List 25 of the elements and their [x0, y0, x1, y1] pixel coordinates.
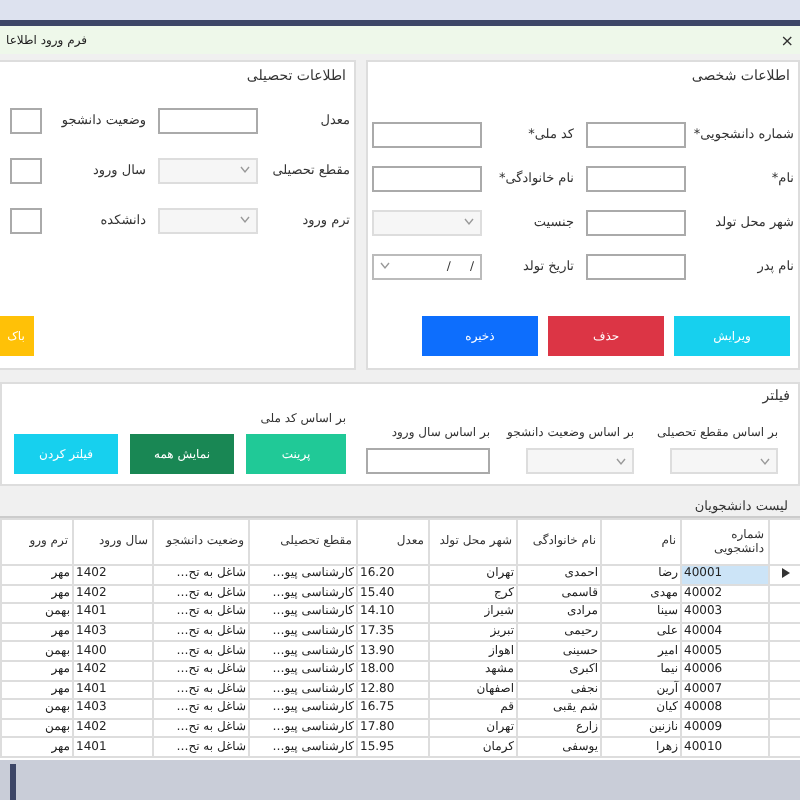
caret-icon — [464, 218, 474, 226]
text-field[interactable] — [158, 107, 258, 133]
taskbar-marker — [10, 764, 16, 800]
text-field[interactable] — [372, 121, 482, 147]
close-button[interactable]: × — [780, 31, 794, 49]
caret-icon — [240, 216, 250, 224]
text-field[interactable] — [372, 165, 482, 191]
text-field[interactable] — [586, 121, 686, 147]
dropdown-field[interactable] — [372, 209, 482, 235]
text-field[interactable] — [586, 253, 686, 279]
dropdown-field[interactable] — [526, 448, 634, 474]
text-field[interactable] — [10, 157, 42, 183]
caret-icon — [616, 457, 626, 465]
dropdown-field[interactable] — [158, 157, 258, 183]
text-field[interactable] — [586, 209, 686, 235]
dropdown-field[interactable] — [670, 448, 778, 474]
row-pointer-icon — [781, 567, 789, 578]
caret-icon — [240, 166, 250, 174]
text-field[interactable] — [366, 448, 490, 474]
caret-icon — [760, 457, 770, 465]
caret-icon — [380, 262, 390, 270]
dropdown-field[interactable] — [158, 207, 258, 233]
text-field[interactable] — [10, 107, 42, 133]
text-field[interactable] — [586, 165, 686, 191]
text-field[interactable] — [10, 207, 42, 233]
